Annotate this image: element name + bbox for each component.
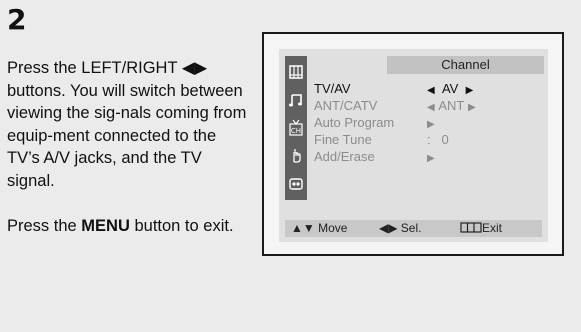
- picture-icon[interactable]: [287, 62, 305, 82]
- instruction-paragraph-1: Press the LEFT/RIGHT ◀▶ buttons. You wil…: [7, 57, 247, 192]
- setup-icon[interactable]: [287, 146, 305, 166]
- sound-icon[interactable]: [287, 90, 305, 110]
- menu-row-fine-tune[interactable]: Fine Tune : 0: [314, 131, 539, 148]
- menu-row-value[interactable]: ▶: [427, 148, 435, 167]
- menu-icon-column: CH: [285, 56, 307, 200]
- right-arrow-icon: ▶: [467, 102, 476, 113]
- menu-row-tv-av[interactable]: TV/AV ◀ AV ▶: [314, 80, 539, 97]
- instruction-text-2a: Press the: [7, 217, 82, 235]
- value-text: AV: [441, 81, 459, 96]
- osd-status-bar: ▲▼ Move ◀▶ Sel. Exit: [285, 220, 542, 237]
- move-hint: ▲▼ Move: [291, 221, 348, 235]
- menu-row-label: Add/Erase: [314, 149, 375, 164]
- left-arrow-icon: ◀: [427, 85, 435, 96]
- exit-hint[interactable]: Exit: [460, 220, 502, 237]
- instruction-text-1: Press the LEFT/RIGHT ◀▶ buttons. You wil…: [7, 59, 247, 190]
- step-number: 2: [7, 3, 27, 36]
- menu-icon: [460, 222, 482, 233]
- menu-keyword: MENU: [81, 217, 130, 235]
- channel-menu: TV/AV ◀ AV ▶ ANT/CATV ◀ ANT ▶ Auto Progr…: [314, 80, 539, 165]
- menu-row-label: ANT/CATV: [314, 98, 378, 113]
- exit-label: Exit: [482, 221, 503, 235]
- instruction-paragraph-2: Press the MENU button to exit.: [7, 215, 247, 238]
- channel-icon[interactable]: CH: [287, 118, 305, 138]
- right-arrow-icon: ▶: [427, 153, 435, 164]
- right-arrow-icon: ▶: [427, 119, 435, 130]
- menu-row-add-erase[interactable]: Add/Erase ▶: [314, 148, 539, 165]
- menu-row-label: Fine Tune: [314, 132, 372, 147]
- menu-row-label: TV/AV: [314, 81, 351, 96]
- menu-row-value: : 0: [427, 132, 449, 147]
- instructions: Press the LEFT/RIGHT ◀▶ buttons. You wil…: [7, 57, 247, 238]
- menu-row-ant-catv[interactable]: ANT/CATV ◀ ANT ▶: [314, 97, 539, 114]
- osd-menu-title: Channel: [387, 56, 544, 74]
- left-arrow-icon: ◀: [427, 102, 435, 113]
- value-text: ANT: [438, 98, 465, 113]
- svg-text:CH: CH: [291, 127, 301, 135]
- menu-row-auto-program[interactable]: Auto Program ▶: [314, 114, 539, 131]
- menu-row-label: Auto Program: [314, 115, 395, 130]
- function-icon[interactable]: [287, 174, 305, 194]
- instruction-text-2b: button to exit.: [129, 217, 234, 235]
- right-arrow-icon: ▶: [465, 85, 474, 96]
- select-hint: ◀▶ Sel.: [379, 221, 422, 235]
- tv-menu-frame: CH Channel TV/AV ◀ AV ▶ ANT/CATV ◀ ANT ▶…: [262, 32, 564, 256]
- tv-osd-screen: CH Channel TV/AV ◀ AV ▶ ANT/CATV ◀ ANT ▶…: [279, 49, 548, 242]
